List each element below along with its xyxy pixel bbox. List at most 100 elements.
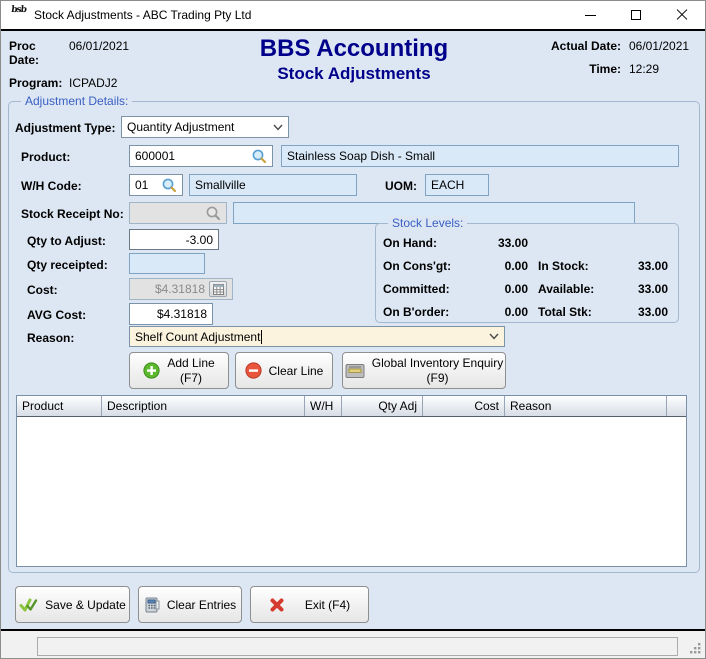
reason-value: Shelf Count Adjustment (135, 330, 260, 344)
on-hand-label: On Hand: (383, 236, 437, 250)
resize-grip[interactable] (689, 642, 702, 655)
uom-value: EACH (431, 178, 464, 192)
total-stk-label: Total Stk: (538, 305, 592, 319)
grid-body[interactable] (17, 417, 686, 566)
clear-line-button[interactable]: Clear Line (235, 352, 333, 389)
in-stock-label: In Stock: (538, 259, 589, 273)
reason-label: Reason: (27, 331, 74, 345)
search-icon-disabled (205, 205, 221, 221)
avg-cost-value: $4.31818 (157, 307, 207, 321)
wh-code-value: 01 (135, 178, 148, 192)
avg-cost-label: AVG Cost: (27, 308, 86, 322)
header-left: Proc Date: 06/01/2021 Program: ICPADJ2 (9, 39, 129, 99)
grid-header: Product Description W/H Qty Adj Cost Rea… (17, 396, 686, 417)
stock-receipt-label: Stock Receipt No: (21, 207, 124, 221)
total-stk-value: 33.00 (601, 305, 668, 319)
add-line-button[interactable]: Add Line(F7) (129, 352, 229, 389)
inventory-register-icon (345, 363, 365, 379)
adjustment-lines-grid: Product Description W/H Qty Adj Cost Rea… (16, 395, 687, 567)
calculator-machine-icon (144, 596, 160, 613)
cost-value: $4.31818 (155, 282, 205, 296)
stock-levels-group-label: Stock Levels: (388, 216, 467, 230)
qty-to-adjust-label: Qty to Adjust: (27, 234, 106, 248)
committed-value: 0.00 (441, 282, 528, 296)
program-value: ICPADJ2 (69, 76, 117, 90)
on-border-label: On B'order: (383, 305, 449, 319)
exit-label: Exit (F4) (305, 598, 350, 612)
on-border-value: 0.00 (441, 305, 528, 319)
clear-line-label: Clear Line (269, 364, 324, 378)
time-label: Time: (589, 62, 621, 76)
wh-name-field: Smallville (189, 174, 357, 196)
grid-column-cost[interactable]: Cost (423, 396, 505, 416)
clear-entries-button[interactable]: Clear Entries (138, 586, 242, 623)
plus-icon (143, 362, 160, 379)
app-logo-icon[interactable]: bsb (8, 6, 28, 24)
time-value: 12:29 (629, 62, 695, 76)
app-window: bsb Stock Adjustments - ABC Trading Pty … (0, 0, 706, 659)
add-line-label: Add Line(F7) (167, 356, 214, 386)
close-icon (676, 9, 688, 21)
actual-date-label: Actual Date: (551, 39, 621, 53)
double-check-icon (19, 597, 38, 613)
proc-date-label: Proc Date: (9, 39, 69, 67)
grid-column-reason[interactable]: Reason (505, 396, 667, 416)
save-update-button[interactable]: Save & Update (15, 586, 130, 623)
cost-label: Cost: (27, 283, 58, 297)
minus-icon (245, 362, 262, 379)
window-title: Stock Adjustments - ABC Trading Pty Ltd (34, 8, 251, 22)
search-icon[interactable] (161, 177, 177, 193)
uom-label: UOM: (385, 179, 417, 193)
qty-to-adjust-input[interactable]: -3.00 (129, 229, 219, 250)
header-right: Actual Date: 06/01/2021 Time: 12:29 (551, 39, 695, 85)
product-code-value: 600001 (135, 149, 175, 163)
red-x-icon (269, 597, 285, 613)
grid-column-wh[interactable]: W/H (305, 396, 342, 416)
wh-name-value: Smallville (195, 178, 246, 192)
cost-calculator-button (209, 281, 227, 297)
maximize-button[interactable] (613, 1, 659, 29)
in-stock-value: 33.00 (601, 259, 668, 273)
grid-column-product[interactable]: Product (17, 396, 102, 416)
qty-receipted-label: Qty receipted: (27, 258, 108, 272)
search-icon[interactable] (251, 148, 267, 164)
cost-input: $4.31818 (129, 278, 233, 300)
global-inventory-enquiry-label: Global Inventory Enquiry(F9) (372, 356, 503, 386)
available-label: Available: (538, 282, 594, 296)
maximize-icon (631, 10, 641, 20)
status-message-panel (37, 637, 678, 656)
global-inventory-enquiry-button[interactable]: Global Inventory Enquiry(F9) (342, 352, 506, 389)
chevron-down-icon (489, 333, 499, 340)
close-button[interactable] (659, 1, 705, 29)
product-label: Product: (21, 150, 70, 164)
minimize-button[interactable] (567, 1, 613, 29)
actual-date-value: 06/01/2021 (629, 39, 695, 53)
adjustment-type-select[interactable]: Quantity Adjustment (121, 116, 289, 138)
grid-column-description[interactable]: Description (102, 396, 305, 416)
proc-date-value: 06/01/2021 (69, 39, 129, 67)
window-controls (567, 1, 705, 29)
adjustment-type-value: Quantity Adjustment (127, 120, 234, 134)
grid-column-qty-adj[interactable]: Qty Adj (342, 396, 423, 416)
header-center: BBS Accounting Stock Adjustments (179, 35, 529, 84)
chevron-down-icon (273, 124, 283, 131)
minimize-icon (585, 15, 596, 16)
exit-button[interactable]: Exit (F4) (250, 586, 369, 623)
status-bar (1, 629, 705, 658)
committed-label: Committed: (383, 282, 450, 296)
product-description-field: Stainless Soap Dish - Small (281, 145, 679, 167)
stock-receipt-input (129, 202, 227, 224)
product-code-input[interactable]: 600001 (129, 145, 273, 167)
wh-code-label: W/H Code: (21, 179, 82, 193)
available-value: 33.00 (601, 282, 668, 296)
app-title: BBS Accounting (179, 35, 529, 63)
adjustment-details-group-label: Adjustment Details: (21, 94, 132, 108)
qty-to-adjust-value: -3.00 (186, 233, 213, 247)
uom-field: EACH (425, 174, 489, 196)
title-bar[interactable]: bsb Stock Adjustments - ABC Trading Pty … (1, 1, 705, 31)
screen-title: Stock Adjustments (179, 64, 529, 84)
reason-combobox[interactable]: Shelf Count Adjustment (129, 326, 505, 347)
wh-code-input[interactable]: 01 (129, 174, 183, 196)
avg-cost-input[interactable]: $4.31818 (129, 303, 213, 325)
grid-column-filler (667, 396, 686, 416)
